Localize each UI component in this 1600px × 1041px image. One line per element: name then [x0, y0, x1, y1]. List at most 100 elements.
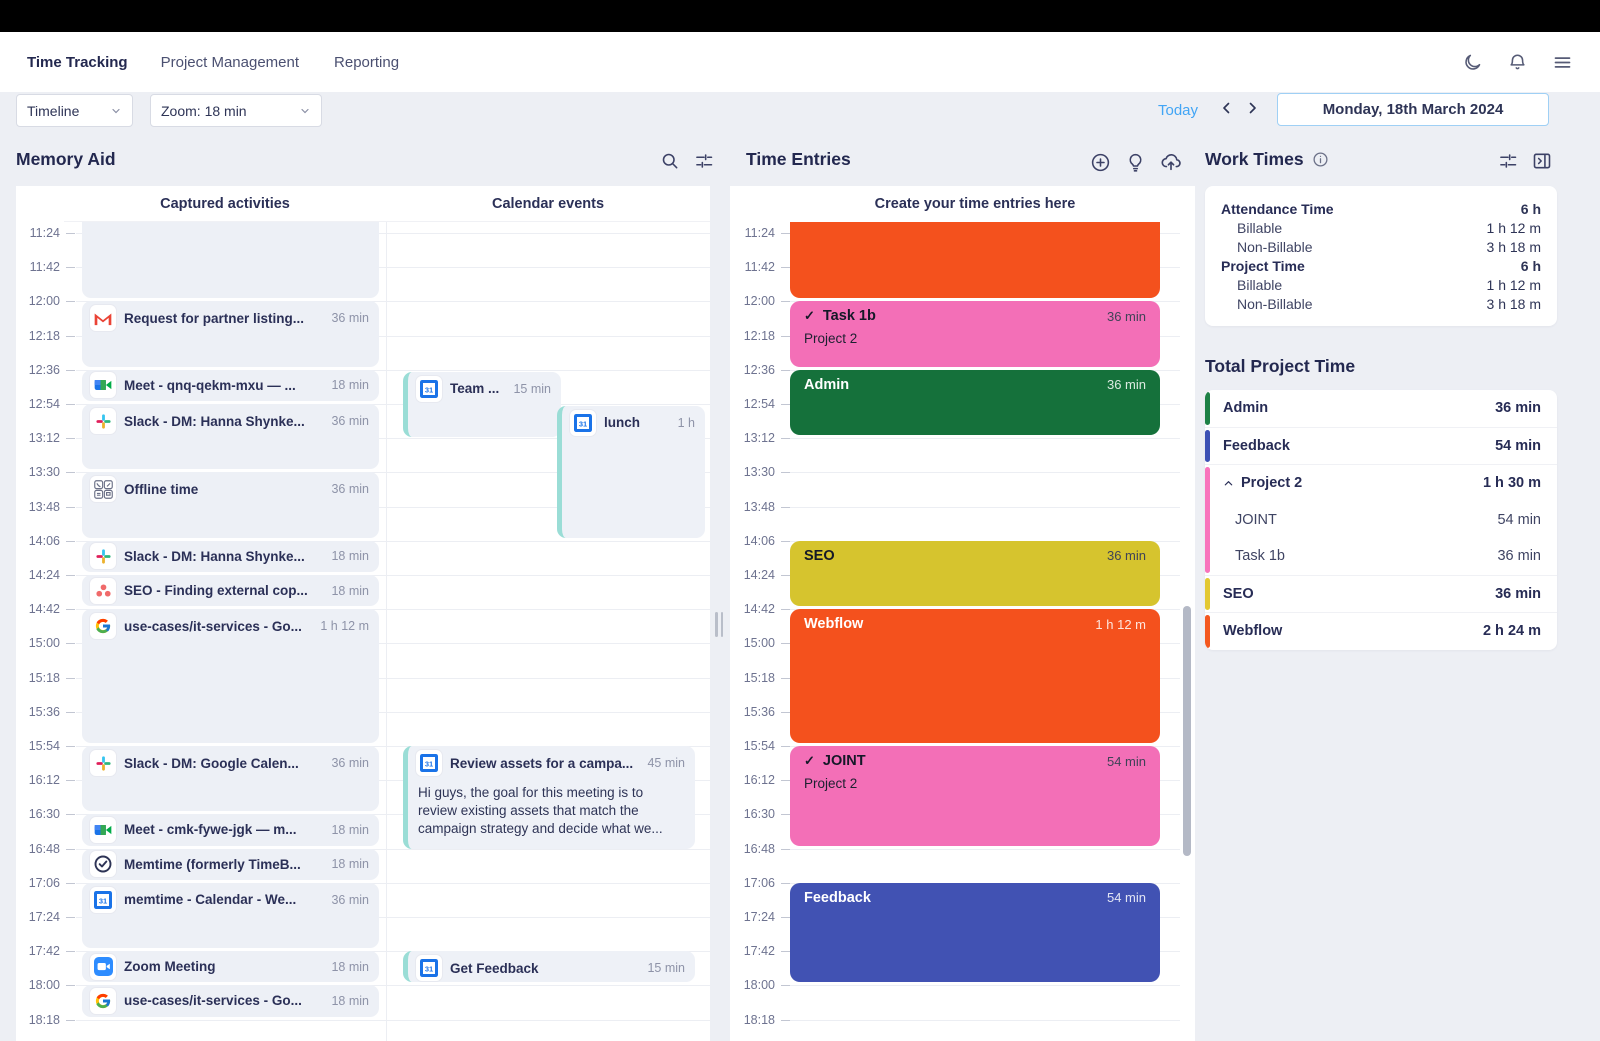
zoom-select-value: Zoom: 18 min [161, 103, 247, 119]
time-tick [66, 609, 75, 610]
tab-project-management[interactable]: Project Management [161, 54, 299, 71]
view-select[interactable]: Timeline [16, 94, 133, 127]
time-label: 12:18 [735, 329, 775, 343]
upload-cloud-icon[interactable] [1160, 151, 1182, 173]
chevron-up-icon[interactable] [1223, 478, 1234, 489]
time-entry[interactable] [790, 222, 1160, 298]
time-entry[interactable]: ✓Task 1b36 minProject 2 [790, 301, 1160, 366]
gcal-icon: 31 [416, 955, 442, 981]
captured-activity[interactable]: Slack - DM: Hanna Shynke...18 min [82, 541, 379, 572]
time-label: 13:48 [20, 500, 60, 514]
time-tick [781, 541, 790, 542]
captured-activity[interactable]: Meet - qnq-qekm-mxu — ...18 min [82, 370, 379, 401]
time-entry[interactable]: Feedback54 min [790, 883, 1160, 983]
memory-aid-grid: 11:2411:4212:0012:1812:3612:5413:1213:30… [16, 222, 710, 1041]
time-tick [781, 780, 790, 781]
time-label: 13:48 [735, 500, 775, 514]
project-row[interactable]: Admin36 min [1205, 390, 1557, 427]
time-entry[interactable]: ✓JOINT54 minProject 2 [790, 746, 1160, 846]
today-button[interactable]: Today [1158, 102, 1198, 119]
collapse-panel-icon[interactable] [1532, 151, 1552, 171]
captured-activity[interactable] [82, 222, 379, 298]
time-label: 16:48 [20, 842, 60, 856]
time-tick [781, 746, 790, 747]
calendar-event[interactable]: 31Review assets for a campa...45 minHi g… [403, 746, 695, 849]
time-tick [66, 1020, 75, 1021]
time-label: 11:42 [735, 260, 775, 274]
zoom-select[interactable]: Zoom: 18 min [150, 94, 322, 127]
time-label: 17:42 [20, 944, 60, 958]
time-label: 17:06 [20, 876, 60, 890]
time-tick [66, 678, 75, 679]
time-tick [781, 472, 790, 473]
time-entry[interactable]: Admin36 min [790, 370, 1160, 435]
work-time-stat-row: Attendance Time6 h [1205, 199, 1557, 218]
tab-time-tracking[interactable]: Time Tracking [27, 54, 128, 71]
suggestions-bulb-icon[interactable] [1125, 152, 1146, 173]
tab-reporting[interactable]: Reporting [334, 54, 399, 71]
time-label: 13:30 [20, 465, 60, 479]
captured-activity[interactable]: Slack - DM: Hanna Shynke...36 min [82, 404, 379, 469]
captured-activity[interactable]: Meet - cmk-fywe-jgk — m...18 min [82, 814, 379, 845]
time-tick [66, 404, 75, 405]
prev-day-button[interactable] [1218, 99, 1236, 117]
project-row[interactable]: Project 21 h 30 m [1205, 465, 1557, 502]
panel-resize-handle[interactable] [715, 612, 723, 637]
task-row[interactable]: Task 1b36 min [1205, 538, 1557, 575]
time-tick [66, 746, 75, 747]
filter-sliders-icon[interactable] [694, 151, 714, 171]
captured-activity[interactable]: SEO - Finding external cop...18 min [82, 575, 379, 606]
timeline-toolbar: Timeline Zoom: 18 min Today Monday, 18th… [0, 92, 1600, 130]
time-tick [781, 575, 790, 576]
time-label: 16:30 [20, 807, 60, 821]
time-tick [781, 267, 790, 268]
next-day-button[interactable] [1243, 99, 1261, 117]
time-label: 12:18 [20, 329, 60, 343]
time-label: 11:24 [20, 226, 60, 240]
search-icon[interactable] [660, 151, 680, 171]
time-tick [66, 336, 75, 337]
captured-activity[interactable]: Request for partner listing...36 min [82, 301, 379, 366]
captured-activity[interactable]: Zoom Meeting18 min [82, 951, 379, 982]
calendar-event[interactable]: 31lunch1 h [557, 406, 705, 538]
project-group: Admin36 min [1205, 390, 1557, 427]
project-row[interactable]: SEO36 min [1205, 576, 1557, 613]
captured-activity[interactable]: Memtime (formerly TimeB...18 min [82, 849, 379, 880]
vertical-scrollbar[interactable] [1183, 606, 1191, 856]
dark-mode-moon-icon[interactable] [1462, 52, 1483, 73]
total-project-time-card: Admin36 minFeedback54 minProject 21 h 30… [1205, 390, 1557, 650]
time-label: 13:12 [20, 431, 60, 445]
meet-icon [90, 372, 116, 398]
time-tick [781, 1020, 790, 1021]
captured-activity[interactable]: use-cases/it-services - Go...18 min [82, 985, 379, 1016]
info-icon[interactable] [1312, 151, 1329, 168]
time-tick [781, 985, 790, 986]
time-label: 16:12 [20, 773, 60, 787]
project-row[interactable]: Webflow2 h 24 m [1205, 613, 1557, 650]
menu-icon[interactable] [1552, 52, 1573, 73]
captured-activity[interactable]: Slack - DM: Google Calen...36 min [82, 746, 379, 811]
time-label: 14:06 [20, 534, 60, 548]
work-time-stat-row: Non-Billable3 h 18 m [1205, 237, 1557, 256]
calendar-event[interactable]: 31Get Feedback15 min [403, 951, 695, 982]
time-label: 12:36 [735, 363, 775, 377]
date-picker-button[interactable]: Monday, 18th March 2024 [1277, 93, 1549, 126]
add-entry-plus-icon[interactable] [1090, 152, 1111, 173]
captured-activity[interactable]: Offline time36 min [82, 472, 379, 537]
calendar-event[interactable]: 31Team ...15 min [403, 372, 561, 437]
notifications-bell-icon[interactable] [1507, 52, 1528, 73]
filter-sliders-icon[interactable] [1498, 151, 1518, 171]
check-icon: ✓ [804, 753, 815, 769]
time-entry[interactable]: Webflow1 h 12 m [790, 609, 1160, 743]
task-row[interactable]: JOINT54 min [1205, 502, 1557, 539]
captured-activity[interactable]: use-cases/it-services - Go...1 h 12 m [82, 609, 379, 743]
time-label: 15:18 [735, 671, 775, 685]
captured-activity[interactable]: 31memtime - Calendar - We...36 min [82, 883, 379, 948]
time-tick [781, 849, 790, 850]
time-entry[interactable]: SEO36 min [790, 541, 1160, 606]
time-entries-grid: 11:2411:4212:0012:1812:3612:5413:1213:30… [730, 222, 1195, 1041]
project-group: Feedback54 min [1205, 427, 1557, 465]
time-tick [66, 643, 75, 644]
time-entries-title: Time Entries [746, 149, 851, 170]
project-row[interactable]: Feedback54 min [1205, 428, 1557, 465]
